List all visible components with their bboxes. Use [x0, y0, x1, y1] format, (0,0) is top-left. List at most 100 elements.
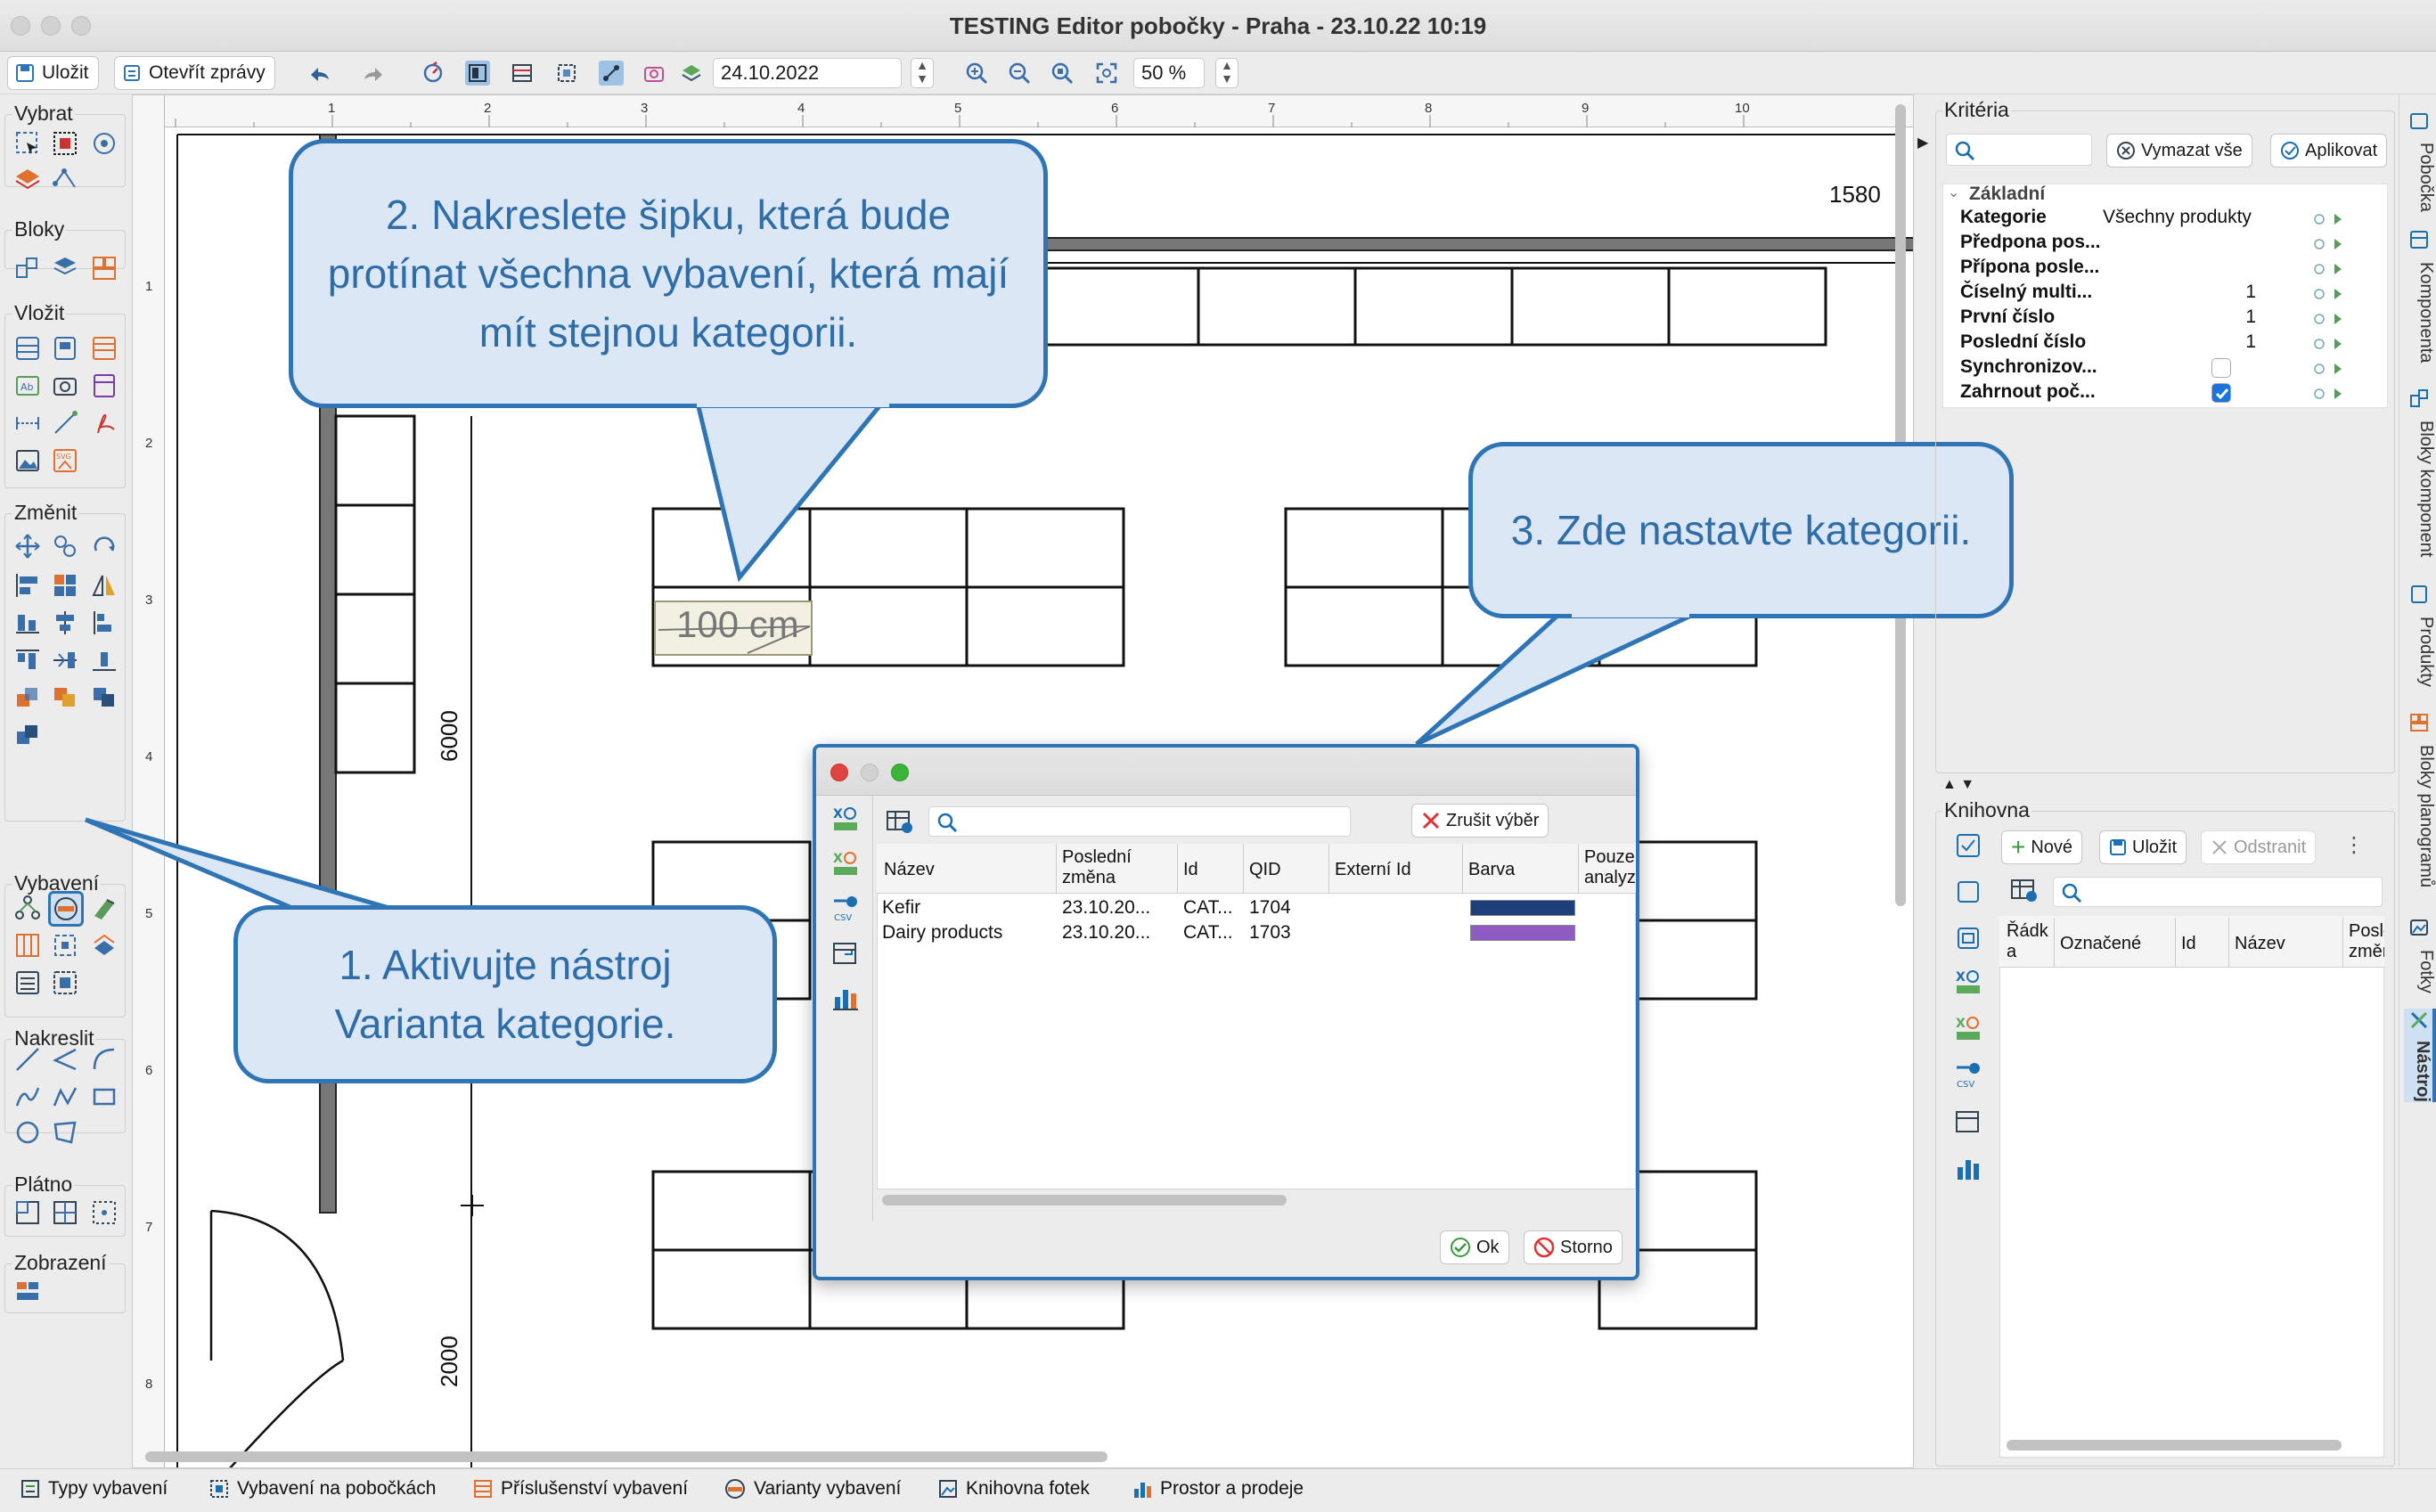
library-table-settings-icon[interactable] — [2010, 877, 2039, 903]
side-tab-planogram-blocks[interactable]: Bloky planogramů — [2404, 713, 2436, 887]
apply-label: Aplikovat — [2305, 140, 2378, 160]
criteria-row-action-icons[interactable] — [2313, 210, 2349, 232]
lib-col-name[interactable]: Název — [2229, 918, 2343, 968]
apply-icon — [2281, 142, 2299, 159]
criteria-row-action-icons[interactable] — [2313, 385, 2349, 406]
criteria-row-value[interactable]: 1 — [2245, 306, 2256, 328]
import-csv-icon[interactable]: CSV — [832, 895, 859, 923]
library-more-icon[interactable]: ⋮ — [2343, 832, 2365, 858]
criteria-row[interactable]: Synchronizov... — [1960, 356, 2388, 381]
collapse-panel-arrow[interactable]: ▶ — [1917, 134, 1928, 151]
criteria-row-value[interactable]: Všechny produkty — [2103, 207, 2252, 228]
lib-col-row[interactable]: Řádk a — [2001, 918, 2055, 968]
library-new-button[interactable]: + Nové — [2001, 830, 2083, 864]
bottom-tab-space-sales[interactable]: Prostor a prodeje — [1132, 1472, 1304, 1506]
ok-icon — [1451, 1238, 1470, 1257]
clear-all-button[interactable]: Vymazat vše — [2106, 134, 2252, 168]
splitter-arrows[interactable]: ▲ ▼ — [1942, 777, 1974, 793]
search-icon — [1955, 141, 1975, 161]
table-row[interactable]: Kefir 23.10.20... CAT... 1704 — [877, 895, 1636, 920]
clear-selection-button[interactable]: Zrušit výběr — [1411, 804, 1549, 838]
table-row[interactable]: Dairy products 23.10.20... CAT... 1703 — [877, 920, 1636, 945]
lib-col-id[interactable]: Id — [2176, 918, 2229, 968]
section-collapse-icon[interactable]: ⌄ — [1948, 184, 1959, 201]
bottom-tab-photo-library[interactable]: Knihovna fotek — [937, 1472, 1090, 1506]
component-blocks-icon — [2410, 389, 2428, 407]
library-delete-button[interactable]: Odstranit — [2201, 830, 2317, 864]
library-paste-icon[interactable] — [1955, 925, 1982, 952]
col-id[interactable]: Id — [1178, 844, 1244, 894]
library-copy-icon[interactable] — [1955, 879, 1982, 905]
criteria-row[interactable]: Přípona posle... — [1960, 257, 2388, 282]
dialog-minimize-button[interactable] — [861, 764, 879, 781]
svg-text:X: X — [833, 807, 843, 821]
ok-button[interactable]: Ok — [1440, 1230, 1509, 1264]
criteria-row-action-icons[interactable] — [2313, 310, 2349, 331]
criteria-row-value[interactable]: 1 — [2245, 331, 2256, 353]
library-import-xls-icon[interactable]: X — [1955, 1016, 1982, 1042]
bottom-tab-branch-equipment[interactable]: Vybavení na pobočkách — [208, 1472, 436, 1506]
col-analysis-only[interactable]: Pouze analyz — [1579, 844, 1636, 894]
bottom-tab-label: Vybavení na pobočkách — [237, 1478, 437, 1499]
bottom-tab-equipment-variants[interactable]: Varianty vybavení — [723, 1472, 901, 1506]
col-name[interactable]: Název — [879, 844, 1057, 894]
bottom-tab-label: Varianty vybavení — [754, 1478, 902, 1499]
criteria-search-input[interactable] — [1946, 134, 2092, 166]
criteria-row-value[interactable]: 1 — [2245, 282, 2256, 303]
col-color[interactable]: Barva — [1463, 844, 1579, 894]
criteria-row-action-icons[interactable] — [2313, 235, 2349, 257]
criteria-row-action-icons[interactable] — [2313, 285, 2349, 306]
library-check-icon[interactable] — [1955, 832, 1982, 859]
side-tab-component-blocks[interactable]: Bloky komponent — [2404, 388, 2436, 557]
criteria-row-action-icons[interactable] — [2313, 335, 2349, 356]
dialog-search-input[interactable] — [928, 806, 1351, 837]
criteria-row[interactable]: Poslední číslo 1 — [1960, 331, 2388, 356]
criteria-row[interactable]: Předpona pos... — [1960, 232, 2388, 257]
include-checkbox[interactable] — [2211, 383, 2231, 403]
library-csv-icon[interactable]: CSV — [1955, 1062, 1982, 1090]
library-export-icon[interactable] — [1955, 1108, 1982, 1135]
criteria-row-action-icons[interactable] — [2313, 260, 2349, 282]
row-1-color-swatch[interactable] — [1470, 900, 1575, 916]
col-last-change[interactable]: Poslední změna — [1057, 844, 1178, 894]
col-external-id[interactable]: Externí Id — [1329, 844, 1463, 894]
library-save-label: Uložit — [2132, 837, 2178, 857]
sync-checkbox[interactable] — [2211, 358, 2231, 378]
criteria-row[interactable]: Zahrnout poč... — [1960, 381, 2388, 406]
library-search-input[interactable] — [2053, 877, 2383, 907]
library-hscroll[interactable] — [2007, 1440, 2342, 1451]
apply-button[interactable]: Aplikovat — [2270, 134, 2388, 168]
row-2-color-swatch[interactable] — [1470, 925, 1575, 941]
bottom-tab-equipment-types[interactable]: Typy vybavení — [20, 1472, 168, 1506]
criteria-row-action-icons[interactable] — [2313, 360, 2349, 381]
bottom-tab-label: Knihovna fotek — [966, 1478, 1090, 1499]
criteria-row[interactable]: Číselný multi... 1 — [1960, 282, 2388, 306]
dialog-close-button[interactable] — [830, 764, 848, 781]
search-icon — [937, 813, 958, 833]
tool-icon — [2410, 1011, 2428, 1029]
criteria-row[interactable]: Kategorie Všechny produkty — [1960, 207, 2388, 232]
lib-col-marked[interactable]: Označené — [2055, 918, 2176, 968]
table-settings-icon[interactable] — [886, 808, 914, 835]
bottom-tab-accessories[interactable]: Příslušenství vybavení — [472, 1472, 688, 1506]
export-icon[interactable] — [832, 940, 859, 967]
products-icon — [2411, 585, 2427, 603]
bottom-tab-label: Příslušenství vybavení — [501, 1478, 689, 1499]
library-delete-label: Odstranit — [2234, 837, 2307, 857]
cancel-button[interactable]: Storno — [1524, 1230, 1623, 1264]
table-hscroll[interactable] — [882, 1195, 1287, 1206]
library-save-button[interactable]: Uložit — [2099, 830, 2187, 864]
col-qid[interactable]: QID — [1244, 844, 1329, 894]
library-chart-icon[interactable] — [1955, 1155, 1982, 1181]
dialog-zoom-button[interactable] — [891, 764, 909, 781]
criteria-row[interactable]: První číslo 1 — [1960, 306, 2388, 331]
chart-icon[interactable] — [832, 985, 859, 1011]
criteria-row-label: Zahrnout poč... — [1960, 381, 2096, 402]
library-add-xls-icon[interactable]: X — [1955, 969, 1982, 996]
bottom-tab-label: Typy vybavení — [48, 1478, 168, 1499]
equipment-types-icon — [21, 1480, 39, 1498]
import-xls-icon[interactable]: X — [832, 851, 859, 878]
lib-col-changed[interactable]: Posle změna — [2343, 918, 2384, 968]
add-category-icon[interactable]: X — [832, 806, 859, 833]
side-tab-component[interactable]: Komponenta — [2404, 230, 2436, 363]
